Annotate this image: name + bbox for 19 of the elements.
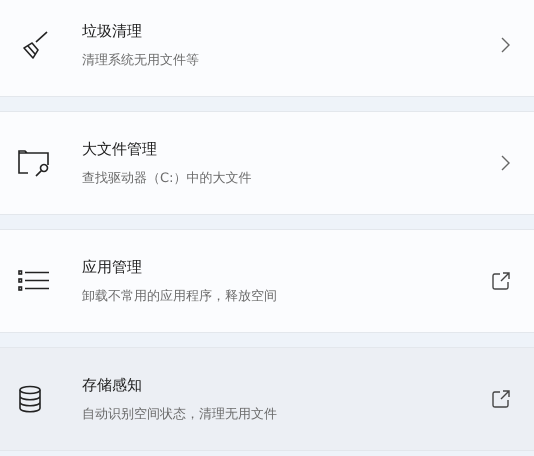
folder-search-icon — [18, 149, 50, 177]
card-title: 应用管理 — [82, 258, 143, 276]
card-description: 查找驱动器（C:）中的大文件 — [82, 170, 252, 186]
settings-card[interactable]: 存储感知 自动识别空间状态，清理无用文件 — [0, 347, 534, 451]
card-description: 清理系统无用文件等 — [82, 52, 200, 68]
card-title: 垃圾清理 — [82, 22, 143, 40]
database-icon — [18, 385, 42, 413]
list-icon — [18, 270, 50, 292]
card-title: 存储感知 — [82, 376, 143, 394]
card-description: 卸载不常用的应用程序，释放空间 — [82, 288, 278, 304]
settings-card[interactable]: 垃圾清理 清理系统无用文件等 — [0, 0, 534, 97]
chevron-right-icon — [501, 155, 510, 171]
settings-card[interactable]: 大文件管理 查找驱动器（C:）中的大文件 — [0, 111, 534, 215]
chevron-right-icon — [501, 37, 510, 53]
card-title: 大文件管理 — [82, 140, 158, 158]
external-link-icon — [492, 390, 510, 408]
external-link-icon — [492, 272, 510, 290]
settings-card[interactable]: 应用管理 卸载不常用的应用程序，释放空间 — [0, 229, 534, 333]
card-description: 自动识别空间状态，清理无用文件 — [82, 406, 278, 422]
